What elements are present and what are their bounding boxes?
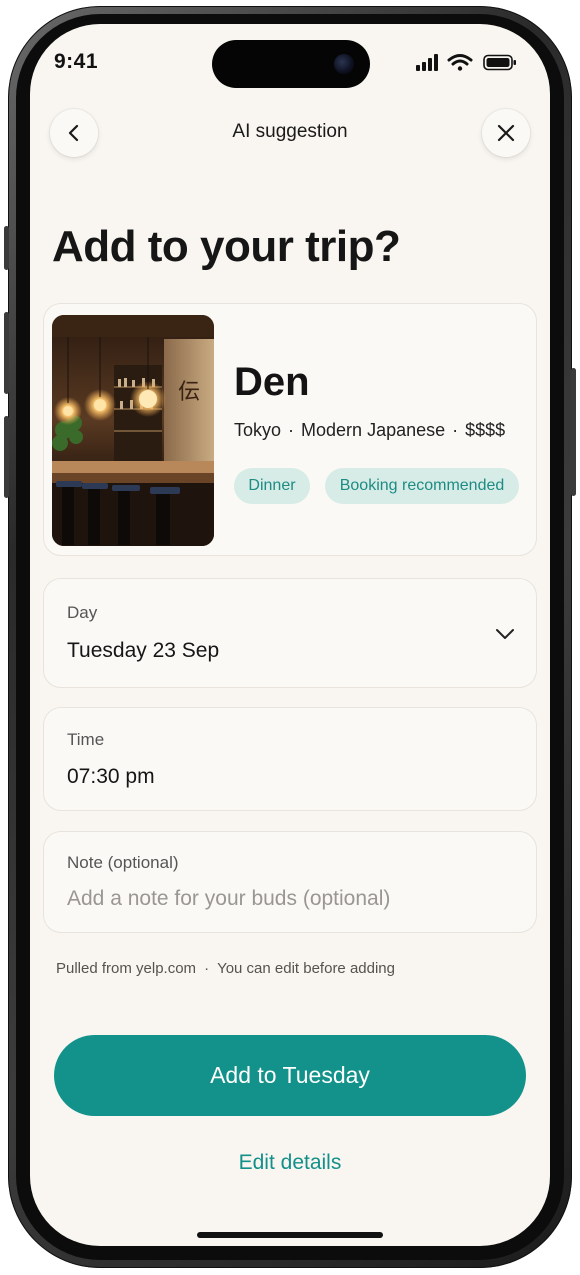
close-icon [497, 124, 515, 142]
source-separator: · [204, 960, 210, 977]
volume-up-button [4, 312, 9, 394]
tag-chip: Booking recommended [325, 468, 519, 504]
status-time: 9:41 [54, 50, 99, 73]
place-name: Den [234, 360, 310, 404]
time-value: 07:30 pm [67, 765, 155, 788]
source-hint: You can edit before adding [217, 960, 395, 977]
note-label: Note (optional) [67, 853, 179, 872]
camera-icon [334, 54, 354, 74]
power-button [571, 368, 576, 496]
battery-icon [483, 54, 516, 71]
place-price: $$$$ [465, 420, 506, 440]
home-indicator [197, 1232, 383, 1238]
place-city: Tokyo [234, 420, 282, 440]
action-button [4, 226, 9, 270]
place-meta: Tokyo · Modern Japanese · $$$$ [234, 420, 505, 441]
restaurant-photo: 伝 [52, 315, 214, 546]
meta-separator: · [288, 420, 295, 440]
edit-details-link[interactable]: Edit details [0, 1151, 580, 1175]
status-icons [414, 52, 518, 74]
place-cuisine: Modern Japanese [301, 420, 446, 440]
signal-icon [416, 54, 438, 71]
day-value: Tuesday 23 Sep [67, 639, 220, 662]
volume-down-button [4, 416, 9, 498]
source-text: Pulled from yelp.com [56, 960, 197, 977]
source-note: Pulled from yelp.com · You can edit before… [56, 960, 395, 977]
wifi-icon [447, 54, 473, 71]
time-field[interactable]: Time 07:30 pm [43, 707, 537, 811]
close-button[interactable] [482, 109, 530, 157]
day-label: Day [67, 603, 98, 622]
sign-glyph: 伝 [178, 380, 200, 405]
place-card[interactable]: 伝 Den Tokyo · Modern Japanese · $$$$ Dinner … [43, 303, 537, 556]
note-field[interactable]: Note (optional) Add a note for your buds… [43, 831, 537, 933]
dynamic-island [212, 40, 370, 88]
day-select[interactable]: Day Tuesday 23 Sep [43, 578, 537, 688]
tag-chip: Dinner [234, 468, 310, 504]
page-title: Add to your trip? [52, 222, 401, 271]
note-placeholder: Add a note for your buds (optional) [67, 887, 391, 910]
add-to-day-button[interactable]: Add to Tuesday [54, 1035, 526, 1116]
chevron-down-icon [496, 629, 514, 639]
meta-separator: · [452, 420, 459, 440]
time-label: Time [67, 730, 105, 749]
